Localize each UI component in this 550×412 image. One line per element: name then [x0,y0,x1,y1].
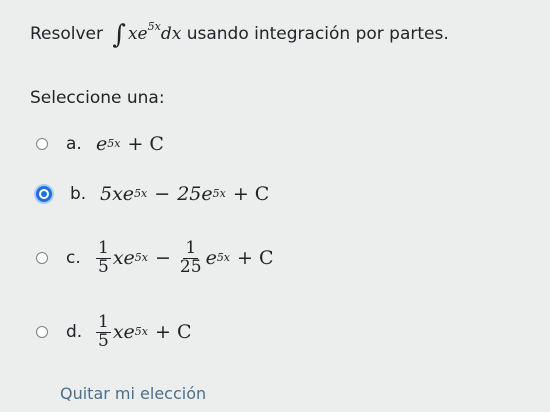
option-d-fraction-denominator: 5 [98,330,109,351]
option-a-base: e [96,133,108,155]
option-c-answer: 1 5 xe 5x − 1 25 e 5x + C [96,237,274,277]
select-prompt: Seleccione una: [30,88,165,108]
option-b-letter: b. [70,184,87,204]
option-a-radio[interactable] [36,138,48,150]
integrand-exponent: 5x [147,20,161,33]
option-d-fraction-numerator: 1 [96,311,111,333]
option-c-radio[interactable] [36,252,48,264]
integral-expression: ∫ xe5xdx [108,20,182,50]
option-b-term2-base: 25e [177,183,213,205]
option-d-answer: 1 5 xe 5x + C [96,311,192,351]
option-b-term1-base: 5xe [100,183,135,205]
option-c-tail: + C [237,247,274,269]
question-suffix: usando integración por partes. [186,24,449,44]
option-c-fraction-2-denominator: 25 [179,256,202,277]
clear-choice-link[interactable]: Quitar mi elección [60,384,206,403]
option-d-tail: + C [155,321,192,343]
option-a-tail: + C [127,133,164,155]
option-c[interactable]: c. 1 5 xe 5x − 1 25 e 5x + C [36,228,281,288]
option-c-fraction-2: 1 25 [178,237,204,277]
option-c-term1-base: xe [112,247,135,269]
option-c-fraction-1-numerator: 1 [96,237,111,259]
option-b-answer: 5xe 5x − 25e 5x + C [100,183,270,205]
option-c-operator: − [155,247,171,269]
option-c-letter: c. [66,248,81,268]
option-c-fraction-1: 1 5 [96,237,111,277]
option-b[interactable]: b. 5xe 5x − 25e 5x + C [36,174,276,214]
option-d-letter: d. [66,322,83,342]
integrand-base: xe [127,24,148,44]
question-prefix: Resolver [30,24,103,44]
option-b-operator: − [154,183,171,205]
option-b-radio[interactable] [36,186,52,202]
option-b-tail: + C [232,183,270,205]
option-c-fraction-1-denominator: 5 [98,256,109,277]
option-a-answer: e 5x + C [96,133,164,155]
option-d-term1-base: xe [112,321,135,343]
question-text: Resolver ∫ xe5xdx usando integración por … [30,18,545,53]
option-d-fraction: 1 5 [96,311,111,351]
option-c-term2-base: e [205,247,217,269]
option-a[interactable]: a. e 5x + C [36,124,171,164]
option-a-letter: a. [66,134,82,154]
option-d[interactable]: d. 1 5 xe 5x + C [36,302,199,362]
integral-sign: ∫ [112,20,126,50]
option-c-fraction-2-numerator: 1 [183,237,199,259]
option-d-radio[interactable] [36,326,48,338]
differential: dx [160,24,182,44]
